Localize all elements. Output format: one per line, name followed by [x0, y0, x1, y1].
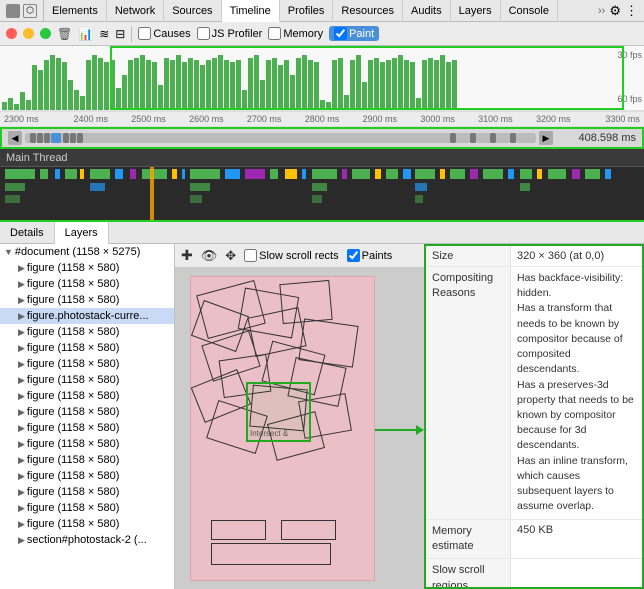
tree-item-figure-17[interactable]: ▶ figure (1158 × 580)	[0, 516, 174, 532]
canvas-toolbar: ✚ 👁 ✥ Slow scroll rects Paints	[175, 244, 424, 268]
tab-sources[interactable]: Sources	[164, 0, 221, 22]
layer-tree: ▼ #document (1158 × 5275) ▶ figure (1158…	[0, 244, 175, 589]
time-mark: 3000 ms	[409, 114, 467, 124]
time-mark: 2400 ms	[62, 114, 120, 124]
tab-console[interactable]: Console	[501, 0, 558, 22]
tree-item-figure-8[interactable]: ▶ figure (1158 × 580)	[0, 372, 174, 388]
time-mark: 3200 ms	[524, 114, 582, 124]
time-mark: 2700 ms	[235, 114, 293, 124]
compositing-value: Has backface-visibility: hidden. Has a t…	[511, 267, 642, 519]
timeline-mode-icon[interactable]: ≋	[99, 27, 109, 41]
chevron-right-icon: ››	[598, 5, 605, 17]
js-profiler-checkbox-label[interactable]: JS Profiler	[197, 27, 263, 40]
time-mark: 2900 ms	[351, 114, 409, 124]
tab-audits[interactable]: Audits	[403, 0, 451, 22]
bar-chart-icon[interactable]: 📊	[78, 27, 93, 41]
memory-checkbox-label[interactable]: Memory	[268, 27, 323, 40]
paints-checkbox[interactable]	[347, 249, 360, 262]
time-mark: 2300 ms	[4, 114, 62, 124]
time-mark: 3100 ms	[467, 114, 525, 124]
circle-green	[40, 28, 51, 39]
eye-icon[interactable]: 👁	[201, 248, 218, 264]
tree-item-figure-3[interactable]: ▶ figure (1158 × 580)	[0, 292, 174, 308]
size-value: 320 × 360 (at 0,0)	[511, 246, 642, 266]
tree-item-figure-13[interactable]: ▶ figure (1158 × 580)	[0, 452, 174, 468]
memory-checkbox[interactable]	[268, 27, 281, 40]
js-profiler-checkbox[interactable]	[197, 27, 210, 40]
causes-checkbox-label[interactable]: Causes	[138, 27, 190, 40]
tab-elements[interactable]: Elements	[44, 0, 107, 22]
circle-red	[6, 28, 17, 39]
scrubber-track[interactable]	[25, 133, 536, 143]
causes-checkbox[interactable]	[138, 27, 151, 40]
compositing-row: Compositing Reasons Has backface-visibil…	[426, 267, 642, 520]
circle-yellow	[23, 28, 34, 39]
tab-network[interactable]: Network	[107, 0, 164, 22]
time-mark: 2600 ms	[177, 114, 235, 124]
tree-item-figure-6[interactable]: ▶ figure (1158 × 580)	[0, 340, 174, 356]
clear-icon[interactable]: 🗑	[57, 27, 72, 41]
compositing-label: Compositing Reasons	[426, 267, 511, 519]
tab-layers[interactable]: Layers	[451, 0, 501, 22]
time-mark: 2800 ms	[293, 114, 351, 124]
slow-scroll-value	[511, 559, 642, 589]
timeline-mode2-icon[interactable]: ⊟	[115, 27, 125, 41]
scrubber-left-arrow[interactable]: ◀	[8, 131, 22, 145]
devtools-icon	[6, 4, 20, 18]
canvas-area: ✚ 👁 ✥ Slow scroll rects Paints	[175, 244, 424, 589]
tab-profiles[interactable]: Profiles	[280, 0, 334, 22]
size-row: Size 320 × 360 (at 0,0)	[426, 246, 642, 267]
size-label: Size	[426, 246, 511, 266]
tree-item-figure-7[interactable]: ▶ figure (1158 × 580)	[0, 356, 174, 372]
canvas-content[interactable]: Intersect &	[175, 268, 424, 589]
time-mark: 3300 ms	[582, 114, 640, 124]
add-layer-button[interactable]: ✚	[181, 247, 193, 264]
info-panel: Size 320 × 360 (at 0,0) Compositing Reas…	[424, 244, 644, 589]
tree-item-figure-16[interactable]: ▶ figure (1158 × 580)	[0, 500, 174, 516]
tab-timeline[interactable]: Timeline	[222, 0, 280, 22]
tab-details[interactable]: Details	[0, 222, 55, 244]
slow-scroll-row: Slow scroll regions	[426, 559, 642, 589]
tab-resources[interactable]: Resources	[333, 0, 403, 22]
slow-scroll-checkbox-label[interactable]: Slow scroll rects	[244, 249, 338, 262]
tree-item-section[interactable]: ▶ section#photostack-2 (...	[0, 532, 174, 548]
paint-checkbox-label[interactable]: Paint	[329, 26, 379, 41]
scrubber-right-arrow[interactable]: ▶	[539, 131, 553, 145]
tree-item-figure-2[interactable]: ▶ figure (1158 × 580)	[0, 276, 174, 292]
tree-item-figure-selected[interactable]: ▶ figure.photostack-curre...	[0, 308, 174, 324]
main-thread-label: Main Thread	[6, 152, 68, 164]
tree-item-figure-14[interactable]: ▶ figure (1158 × 580)	[0, 468, 174, 484]
time-mark: 2500 ms	[120, 114, 178, 124]
inspect-icon[interactable]: ⬡	[23, 4, 37, 18]
tree-item-figure-10[interactable]: ▶ figure (1158 × 580)	[0, 404, 174, 420]
tree-item-figure-9[interactable]: ▶ figure (1158 × 580)	[0, 388, 174, 404]
tree-item-figure-11[interactable]: ▶ figure (1158 × 580)	[0, 420, 174, 436]
tab-layers[interactable]: Layers	[55, 222, 109, 244]
time-display: 408.598 ms	[556, 132, 636, 144]
tree-item-figure-5[interactable]: ▶ figure (1158 × 580)	[0, 324, 174, 340]
slow-scroll-label: Slow scroll regions	[426, 559, 511, 589]
tree-item-figure-12[interactable]: ▶ figure (1158 × 580)	[0, 436, 174, 452]
memory-label: Memory estimate	[426, 520, 511, 559]
settings-icon[interactable]: ⚙	[609, 3, 621, 19]
slow-scroll-checkbox[interactable]	[244, 249, 257, 262]
paint-checkbox[interactable]	[334, 27, 347, 40]
selected-layer[interactable]: Intersect &	[246, 382, 311, 442]
more-icon[interactable]: ⋮	[625, 3, 638, 19]
tree-item-figure-1[interactable]: ▶ figure (1158 × 580)	[0, 260, 174, 276]
tree-item-figure-15[interactable]: ▶ figure (1158 × 580)	[0, 484, 174, 500]
tree-item-document[interactable]: ▼ #document (1158 × 5275)	[0, 244, 174, 260]
memory-row: Memory estimate 450 KB	[426, 520, 642, 560]
move-icon[interactable]: ✥	[225, 248, 236, 264]
paints-checkbox-label[interactable]: Paints	[347, 249, 393, 262]
memory-value: 450 KB	[511, 520, 642, 559]
